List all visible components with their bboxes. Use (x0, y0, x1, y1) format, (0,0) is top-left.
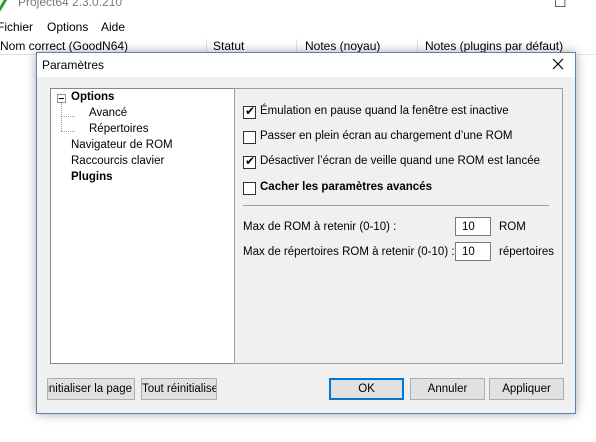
reset-all-button[interactable]: Tout réinitialiser (141, 378, 217, 400)
max-rom-label: Max de ROM à retenir (0-10) : (243, 221, 397, 233)
fullscreen-on-load-checkbox[interactable] (243, 131, 256, 144)
max-dirs-input[interactable] (455, 242, 491, 261)
pause-when-inactive-checkbox[interactable]: ✔ (243, 104, 256, 119)
disable-screensaver-label: Désactiver l’écran de veille quand une R… (260, 155, 540, 167)
app-titlebar: Project64 2.3.0.210 ☐ (0, 0, 596, 18)
max-dirs-label: Max de répertoires ROM à retenir (0-10) … (243, 246, 455, 258)
separator (243, 205, 549, 206)
tree-connector (61, 131, 75, 132)
ok-button[interactable]: OK (329, 378, 404, 400)
tree-connector (61, 116, 75, 117)
settings-dialog: Paramètres Options Avancé Répertoires Na… (36, 52, 576, 414)
cancel-button[interactable]: Annuler (410, 378, 485, 400)
hide-advanced-label: Cacher les paramètres avancés (260, 181, 432, 193)
tree-item-plugins[interactable]: Plugins (71, 171, 113, 183)
tree-item-rom-browser[interactable]: Navigateur de ROM (71, 139, 173, 151)
menu-fichier[interactable]: Fichier (0, 20, 33, 34)
tree-item-directories[interactable]: Répertoires (89, 123, 148, 135)
checkmark-icon: ✔ (245, 104, 256, 118)
settings-tree[interactable]: Options Avancé Répertoires Navigateur de… (50, 88, 252, 364)
tree-item-advanced[interactable]: Avancé (89, 107, 127, 119)
maximize-icon[interactable]: ☐ (554, 0, 567, 11)
tree-item-shortcuts[interactable]: Raccourcis clavier (71, 155, 164, 167)
disable-screensaver-checkbox[interactable]: ✔ (243, 154, 256, 169)
app-title: Project64 2.3.0.210 (18, 0, 123, 9)
max-rom-input[interactable] (455, 217, 491, 236)
tree-item-options[interactable]: Options (71, 91, 114, 103)
max-rom-unit: ROM (499, 221, 526, 233)
menu-options[interactable]: Options (47, 20, 88, 34)
tree-connector (61, 103, 62, 131)
checkmark-icon: ✔ (245, 154, 256, 168)
dialog-titlebar: Paramètres (37, 53, 575, 77)
project64-app-icon (0, 0, 8, 11)
fullscreen-on-load-label: Passer en plein écran au chargement d’un… (260, 130, 513, 142)
menu-bar: Fichier Options Aide (0, 18, 596, 38)
dialog-title: Paramètres (42, 58, 105, 72)
pause-when-inactive-label: Émulation en pause quand la fenêtre est … (260, 105, 509, 117)
options-panel: ✔ Émulation en pause quand la fenêtre es… (234, 88, 563, 364)
max-dirs-unit: répertoires (499, 246, 554, 258)
reset-page-button[interactable]: Réinitialiser la page (47, 378, 135, 400)
menu-aide[interactable]: Aide (101, 20, 125, 34)
hide-advanced-checkbox[interactable] (243, 182, 256, 195)
tree-collapse-icon[interactable] (57, 94, 66, 103)
apply-button[interactable]: Appliquer (489, 378, 564, 400)
close-icon[interactable] (547, 54, 569, 74)
